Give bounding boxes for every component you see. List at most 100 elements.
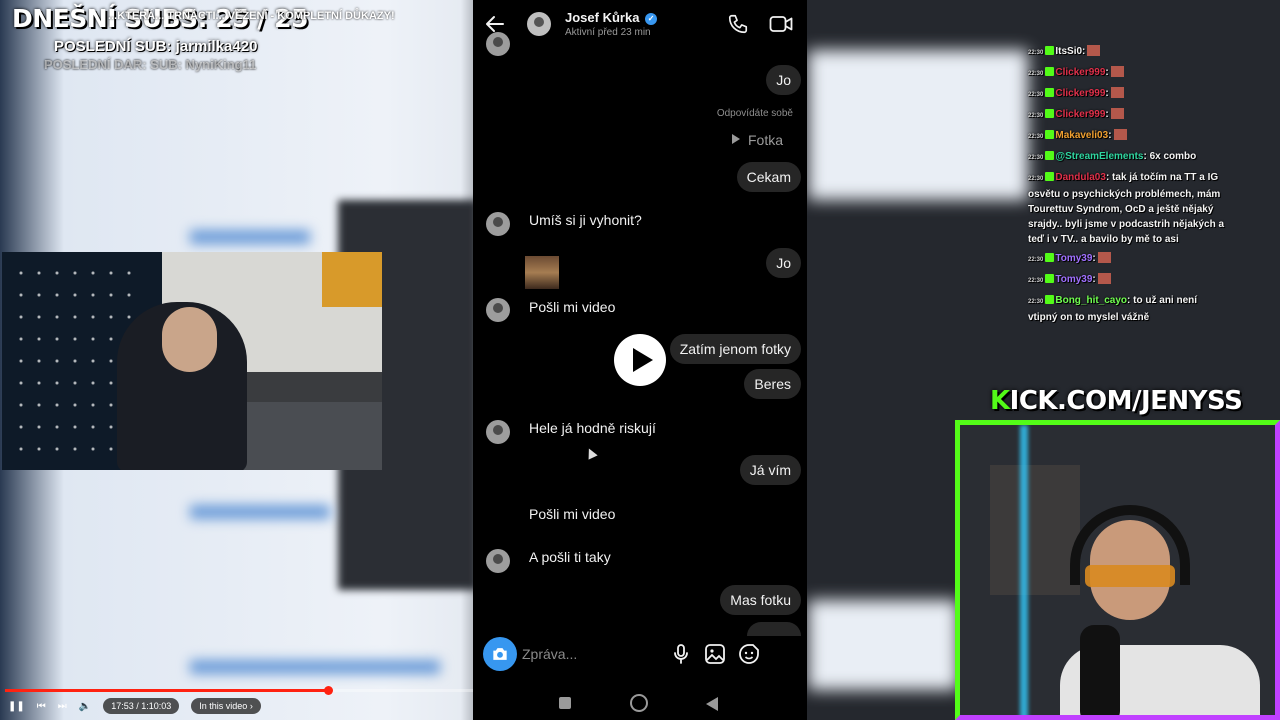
chat-timestamp: 22:30 [1028, 50, 1044, 56]
video-call-icon[interactable] [769, 13, 793, 35]
phone-call-icon[interactable] [727, 13, 749, 35]
back-icon[interactable] [706, 697, 718, 711]
sender-avatar [486, 549, 510, 573]
volume-icon[interactable]: 🔈 [79, 701, 91, 712]
reply-note: Odpovídáte sobě [716, 108, 793, 119]
background-link [190, 505, 330, 519]
message-in: Pošli mi video [529, 506, 616, 522]
video-progress-knob[interactable] [323, 686, 333, 695]
chat-username[interactable]: Tomy39 [1055, 253, 1092, 264]
emote-icon [1097, 252, 1111, 263]
play-triangle-icon [731, 134, 740, 144]
next-icon[interactable]: ⏭ [58, 701, 67, 712]
contact-name-row[interactable]: Josef Kůrka ✓ [565, 10, 658, 25]
video-time: 17:53 / 1:10:03 [103, 698, 180, 714]
subscriber-badge-icon [1045, 274, 1055, 283]
message-in: Umíš si ji vyhonit? [529, 212, 642, 228]
gallery-icon[interactable] [703, 642, 727, 666]
chat-text: : [1105, 67, 1109, 78]
webcam-left [2, 252, 382, 470]
chat-message: 22:30 @StreamElements: 6x combo [1028, 149, 1228, 166]
chat-timestamp: 22:30 [1028, 71, 1044, 77]
message-out: Zatím jenom fotky [669, 334, 801, 364]
stream-screen: DNEŠNÍ SUBS: 25 / 25 ...KTERÁ... TRNÁCTI… [0, 0, 1280, 720]
message-out: Beres [744, 369, 801, 399]
background-link [190, 660, 440, 674]
in-this-video-button[interactable]: In this video › [191, 698, 261, 714]
chat-username[interactable]: Makaveli03 [1055, 130, 1108, 141]
chat-timestamp: 22:30 [1028, 176, 1044, 182]
pause-icon[interactable]: ❚❚ [8, 701, 25, 712]
chat-message: 22:30 ItsSi0: [1028, 44, 1228, 61]
message-out: Já vím [739, 455, 801, 485]
home-icon[interactable] [630, 694, 648, 712]
last-sub: POSLEDNÍ SUB: jarmilka420 [54, 38, 258, 55]
message-out: Cekam [736, 162, 801, 192]
camera-button[interactable] [483, 637, 517, 671]
microphone-icon[interactable] [669, 642, 693, 666]
chat-text: : [1105, 109, 1109, 120]
chat-text: : [1108, 130, 1112, 141]
sender-avatar [486, 298, 510, 322]
chat-text: : [1092, 253, 1096, 264]
video-progress-fill [5, 689, 328, 692]
chat-username[interactable]: Clicker999 [1055, 109, 1105, 120]
chat-username[interactable]: Bong_hit_cayo [1055, 295, 1127, 306]
kick-k-letter: K [990, 386, 1010, 416]
background-right-panel-lower [808, 600, 958, 690]
person-head [162, 307, 217, 372]
recent-apps-icon[interactable] [559, 697, 571, 709]
contact-avatar[interactable] [527, 12, 551, 36]
chat-username[interactable]: Clicker999 [1055, 88, 1105, 99]
in-this-video-label: In this video [199, 701, 248, 711]
message-out: Jo [766, 65, 801, 95]
contact-name: Josef Kůrka [565, 10, 640, 25]
sunglasses [1085, 565, 1175, 587]
message-out-partial [747, 622, 801, 636]
chat-text: : [1092, 274, 1096, 285]
kick-url: KICK.COM/JENYSS [990, 386, 1243, 416]
microphone [1080, 625, 1120, 715]
dm-header: Josef Kůrka ✓ Aktivní před 23 min [473, 0, 807, 48]
lamp [322, 252, 382, 307]
chat-username[interactable]: Tomy39 [1055, 274, 1092, 285]
last-donation: POSLEDNÍ DAR: SUB: NyniKing11 [44, 57, 257, 72]
emote-icon [1110, 66, 1124, 77]
message-out: Jo [766, 248, 801, 278]
photo-reply[interactable]: Fotka [731, 132, 783, 148]
gif-thumbnail[interactable] [525, 256, 559, 289]
play-icon[interactable] [614, 334, 666, 386]
stream-chat: 22:30 ItsSi0: 22:30 Clicker999: 22:30 Clicker… [1028, 44, 1228, 329]
chat-username[interactable]: Dandula03 [1055, 172, 1106, 183]
chat-timestamp: 22:30 [1028, 113, 1044, 119]
chat-text: : [1082, 46, 1086, 57]
chat-username[interactable]: Clicker999 [1055, 67, 1105, 78]
message-in: Pošli mi video [529, 299, 616, 315]
emote-icon [1087, 45, 1101, 56]
subscriber-badge-icon [1045, 67, 1055, 76]
video-title: ...KTERÁ... TRNÁCTI... VĚZENÍ - KOMPLETN… [108, 10, 395, 22]
chevron-right-icon: › [249, 701, 253, 711]
background-right-panel [808, 50, 1028, 200]
chat-message: 22:30 Tomy39: [1028, 272, 1228, 289]
chat-timestamp: 22:30 [1028, 134, 1044, 140]
message-input[interactable] [522, 644, 682, 664]
neon-light [1020, 425, 1028, 715]
chat-message: 22:30 Makaveli03: [1028, 128, 1228, 145]
emote-icon [1113, 129, 1127, 140]
shelf [990, 465, 1080, 595]
chat-username[interactable]: ItsSi0 [1055, 46, 1082, 57]
emote-icon [1110, 87, 1124, 98]
kick-url-text: ICK.COM/JENYSS [1009, 386, 1243, 416]
chat-timestamp: 22:30 [1028, 299, 1044, 305]
sticker-icon[interactable] [737, 642, 761, 666]
verified-icon: ✓ [645, 13, 658, 25]
previous-icon[interactable]: ⏮ [37, 701, 46, 712]
chat-text: : 6x combo [1143, 151, 1197, 162]
sender-avatar [486, 32, 510, 56]
message-in: Hele já hodně riskují [529, 420, 656, 436]
chat-message: 22:30 Tomy39: [1028, 251, 1228, 268]
chat-username[interactable]: @StreamElements [1055, 151, 1143, 162]
sender-avatar [486, 420, 510, 444]
instagram-dm: Josef Kůrka ✓ Aktivní před 23 min Jo Odp… [473, 0, 807, 720]
